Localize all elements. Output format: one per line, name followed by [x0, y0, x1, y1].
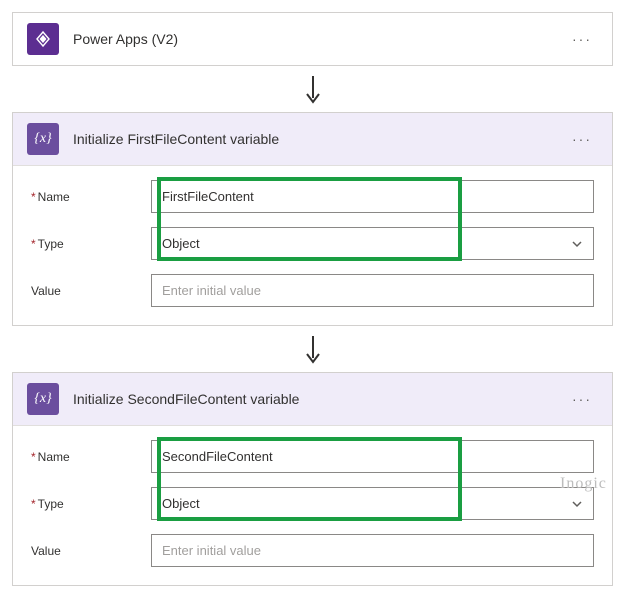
- type-value: Object: [152, 488, 571, 519]
- trigger-header[interactable]: Power Apps (V2) ···: [13, 13, 612, 65]
- more-menu-button[interactable]: ···: [566, 387, 598, 411]
- action-body: Name Type Object Value: [13, 426, 612, 585]
- value-input-wrap: [151, 534, 594, 567]
- name-label: Name: [31, 190, 151, 204]
- name-input[interactable]: [152, 441, 593, 472]
- value-label: Value: [31, 544, 151, 558]
- action-header[interactable]: {x} Initialize SecondFileContent variabl…: [13, 373, 612, 426]
- chevron-down-icon: [571, 238, 583, 250]
- value-label: Value: [31, 284, 151, 298]
- name-input[interactable]: [152, 181, 593, 212]
- action-card-second: {x} Initialize SecondFileContent variabl…: [12, 372, 613, 586]
- action-card-first: {x} Initialize FirstFileContent variable…: [12, 112, 613, 326]
- value-row: Value: [31, 534, 594, 567]
- more-menu-button[interactable]: ···: [566, 127, 598, 151]
- chevron-down-icon: [571, 498, 583, 510]
- value-row: Value: [31, 274, 594, 307]
- type-row: Type Object: [31, 227, 594, 260]
- type-value: Object: [152, 228, 571, 259]
- name-row: Name: [31, 440, 594, 473]
- value-input[interactable]: [152, 275, 593, 306]
- connector-arrow: [12, 326, 613, 372]
- name-input-wrap: [151, 180, 594, 213]
- name-input-wrap: [151, 440, 594, 473]
- action-header[interactable]: {x} Initialize FirstFileContent variable…: [13, 113, 612, 166]
- action-title: Initialize FirstFileContent variable: [73, 131, 552, 147]
- type-label: Type: [31, 497, 151, 511]
- value-input-wrap: [151, 274, 594, 307]
- name-label: Name: [31, 450, 151, 464]
- more-menu-button[interactable]: ···: [566, 27, 598, 51]
- variable-icon: {x}: [27, 123, 59, 155]
- type-row: Type Object: [31, 487, 594, 520]
- type-select[interactable]: Object: [151, 227, 594, 260]
- connector-arrow: [12, 66, 613, 112]
- variable-icon: {x}: [27, 383, 59, 415]
- action-body: Name Type Object Value: [13, 166, 612, 325]
- trigger-card: Power Apps (V2) ···: [12, 12, 613, 66]
- action-title: Initialize SecondFileContent variable: [73, 391, 552, 407]
- powerapps-icon: [27, 23, 59, 55]
- type-label: Type: [31, 237, 151, 251]
- type-select[interactable]: Object: [151, 487, 594, 520]
- trigger-title: Power Apps (V2): [73, 31, 552, 47]
- value-input[interactable]: [152, 535, 593, 566]
- name-row: Name: [31, 180, 594, 213]
